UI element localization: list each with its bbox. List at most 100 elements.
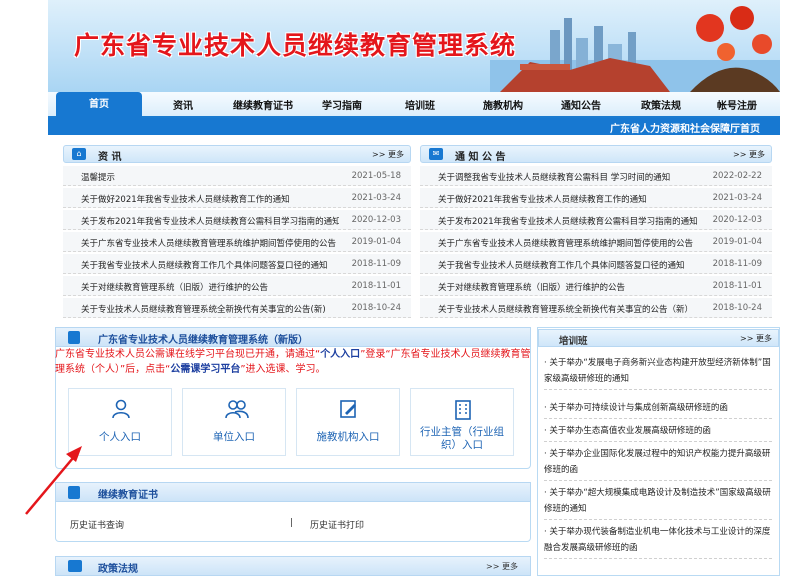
news-date: 2020-12-03	[351, 215, 401, 225]
notices-date: 2018-10-24	[712, 303, 762, 313]
course-platform-mention: 公需课学习平台	[170, 364, 241, 375]
nav-institutions[interactable]: 施教机构	[478, 97, 528, 112]
notices-row[interactable]: 关于对继续教育管理系统（旧版）进行维护的公告 2018-11-01	[420, 276, 772, 296]
nav-notices[interactable]: 通知公告	[556, 97, 606, 112]
news-date: 2018-11-01	[351, 281, 401, 291]
notices-row[interactable]: 关于调整我省专业技术人员继续教育公需科目 学习时间的通知 2022-02-22	[420, 166, 772, 186]
news-title[interactable]: 关于专业技术人员继续教育管理系统全新换代有关事宜的公告(新)	[81, 303, 339, 315]
edit-document-icon	[340, 400, 356, 418]
city-skyline-illustration	[490, 6, 780, 92]
news-date: 2021-03-24	[351, 193, 401, 203]
personal-entry-mention: 个人入口	[320, 349, 361, 360]
news-title[interactable]: 温馨提示	[81, 171, 339, 183]
hrss-home-link[interactable]: 广东省人力资源和社会保障厅首页	[610, 120, 760, 135]
policy-box-title: 政策法规	[98, 564, 138, 575]
cert-box-title: 继续教育证书	[98, 490, 158, 501]
industry-entry-label: 行业主管（行业组织）入口	[420, 426, 504, 451]
main-nav: 首页 资讯 继续教育证书 学习指南 培训班 施教机构 通知公告 政策法规 帐号注…	[48, 92, 780, 118]
training-item[interactable]: · 关于举办“发展电子商务新兴业态构建开放型经济新体制”国家级高级研修班的通知	[544, 355, 772, 390]
notices-row[interactable]: 关于发布2021年我省专业技术人员继续教育公需科目学习指南的通知 2020-12-…	[420, 210, 772, 230]
user-icon	[112, 399, 130, 419]
notices-date: 2018-11-01	[712, 281, 762, 291]
institution-entry-label: 施教机构入口	[316, 431, 380, 443]
news-date: 2018-11-09	[351, 259, 401, 269]
institution-entry-button[interactable]: 施教机构入口	[296, 388, 400, 456]
training-more-link[interactable]: >> 更多	[740, 333, 772, 344]
history-cert-print-link[interactable]: 历史证书打印	[310, 518, 364, 531]
news-title[interactable]: 关于广东省专业技术人员继续教育管理系统维护期间暂停使用的公告	[81, 237, 339, 249]
unit-entry-button[interactable]: 单位入口	[182, 388, 286, 456]
notices-panel-header: ✉ 通 知 公 告 >> 更多	[420, 145, 772, 163]
header-banner: 广东省专业技术人员继续教育管理系统	[48, 0, 780, 92]
megaphone-icon: ✉	[429, 148, 443, 160]
policy-more-link[interactable]: >> 更多	[486, 561, 518, 572]
industry-entry-button[interactable]: 行业主管（行业组织）入口	[410, 388, 514, 456]
news-date: 2019-01-04	[351, 237, 401, 247]
notices-title[interactable]: 关于调整我省专业技术人员继续教育公需科目 学习时间的通知	[438, 171, 700, 183]
nav-register[interactable]: 帐号注册	[712, 97, 762, 112]
news-title[interactable]: 关于做好2021年我省专业技术人员继续教育工作的通知	[81, 193, 339, 205]
system-box-header: 广东省专业技术人员继续教育管理系统（新版）	[55, 327, 531, 347]
bookmark-icon	[68, 486, 80, 499]
training-item[interactable]: · 关于举办现代装备制造业机电一体化技术与工业设计的深度融合发展高级研修班的函	[544, 524, 772, 559]
notices-row[interactable]: 关于我省专业技术人员继续教育工作几个具体问题答复口径的通知 2018-11-09	[420, 254, 772, 274]
news-row[interactable]: 关于发布2021年我省专业技术人员继续教育公需科目学习指南的通知 2020-12-…	[63, 210, 411, 230]
notices-more-link[interactable]: >> 更多	[733, 149, 765, 160]
news-row[interactable]: 关于广东省专业技术人员继续教育管理系统维护期间暂停使用的公告 2019-01-04	[63, 232, 411, 252]
site-title: 广东省专业技术人员继续教育管理系统	[74, 31, 517, 60]
training-panel-header: 培训班 >> 更多	[538, 329, 779, 347]
policy-box-header: 政策法规 >> 更多	[55, 556, 531, 576]
news-title[interactable]: 关于我省专业技术人员继续教育工作几个具体问题答复口径的通知	[81, 259, 339, 271]
news-row[interactable]: 关于对继续教育管理系统（旧版）进行维护的公告 2018-11-01	[63, 276, 411, 296]
nav-training[interactable]: 培训班	[400, 97, 440, 112]
notices-title[interactable]: 关于发布2021年我省专业技术人员继续教育公需科目学习指南的通知	[438, 215, 700, 227]
monitor-icon	[68, 560, 82, 572]
news-panel-header: ⌂ 资 讯 >> 更多	[63, 145, 411, 163]
notices-row[interactable]: 关于做好2021年我省专业技术人员继续教育工作的通知 2021-03-24	[420, 188, 772, 208]
notices-date: 2022-02-22	[712, 171, 762, 181]
nav-news[interactable]: 资讯	[163, 97, 203, 112]
notices-panel-title: 通 知 公 告	[455, 152, 506, 163]
news-date: 2018-10-24	[351, 303, 401, 313]
news-more-link[interactable]: >> 更多	[372, 149, 404, 160]
news-row[interactable]: 关于专业技术人员继续教育管理系统全新换代有关事宜的公告(新) 2018-10-24	[63, 298, 411, 318]
building-icon	[455, 400, 471, 420]
training-item[interactable]: · 关于举办“超大规模集成电路设计及制造技术”国家级高级研修班的通知	[544, 485, 772, 520]
notices-row[interactable]: 关于广东省专业技术人员继续教育管理系统维护期间暂停使用的公告 2019-01-04	[420, 232, 772, 252]
news-row[interactable]: 关于做好2021年我省专业技术人员继续教育工作的通知 2021-03-24	[63, 188, 411, 208]
home-icon: ⌂	[72, 148, 86, 160]
news-title[interactable]: 关于发布2021年我省专业技术人员继续教育公需科目学习指南的通知	[81, 215, 339, 227]
unit-entry-label: 单位入口	[213, 431, 255, 443]
sub-bar: 广东省人力资源和社会保障厅首页	[48, 118, 780, 135]
notices-title[interactable]: 关于我省专业技术人员继续教育工作几个具体问题答复口径的通知	[438, 259, 700, 271]
notices-date: 2018-11-09	[712, 259, 762, 269]
cert-box-header: 继续教育证书	[55, 482, 531, 502]
notices-row[interactable]: 关于专业技术人员继续教育管理系统全新换代有关事宜的公告（新） 2018-10-24	[420, 298, 772, 318]
nav-certificate[interactable]: 继续教育证书	[226, 97, 300, 112]
training-item[interactable]: · 关于举办可持续设计与集成创新高级研修班的函	[544, 400, 772, 419]
users-icon	[225, 400, 249, 419]
nav-policy[interactable]: 政策法规	[636, 97, 686, 112]
bookmark-icon	[68, 331, 80, 344]
system-box-title: 广东省专业技术人员继续教育管理系统（新版）	[98, 335, 308, 346]
history-cert-query-link[interactable]: 历史证书查询	[70, 518, 124, 531]
training-panel-title: 培训班	[559, 336, 588, 347]
news-title[interactable]: 关于对继续教育管理系统（旧版）进行维护的公告	[81, 281, 339, 293]
notices-date: 2020-12-03	[712, 215, 762, 225]
notices-title[interactable]: 关于对继续教育管理系统（旧版）进行维护的公告	[438, 281, 700, 293]
nav-home[interactable]: 首页	[56, 92, 142, 118]
training-item[interactable]: · 关于举办生态高值农业发展高级研修班的函	[544, 423, 772, 442]
cert-link-separator: |	[290, 518, 294, 528]
system-notice: 广东省专业技术人员公需课在线学习平台现已开通，请通过“个人入口”登录“广东省专业…	[55, 349, 531, 375]
notices-date: 2021-03-24	[712, 193, 762, 203]
notices-title[interactable]: 关于做好2021年我省专业技术人员继续教育工作的通知	[438, 193, 700, 205]
training-item[interactable]: · 关于举办企业国际化发展过程中的知识产权能力提升高级研修班的函	[544, 446, 772, 481]
notices-title[interactable]: 关于广东省专业技术人员继续教育管理系统维护期间暂停使用的公告	[438, 237, 700, 249]
notices-title[interactable]: 关于专业技术人员继续教育管理系统全新换代有关事宜的公告（新）	[438, 303, 700, 315]
news-row[interactable]: 关于我省专业技术人员继续教育工作几个具体问题答复口径的通知 2018-11-09	[63, 254, 411, 274]
news-row[interactable]: 温馨提示 2021-05-18	[63, 166, 411, 186]
notices-date: 2019-01-04	[712, 237, 762, 247]
news-panel-title: 资 讯	[98, 152, 122, 163]
news-date: 2021-05-18	[351, 171, 401, 181]
nav-study-guide[interactable]: 学习指南	[318, 97, 366, 112]
